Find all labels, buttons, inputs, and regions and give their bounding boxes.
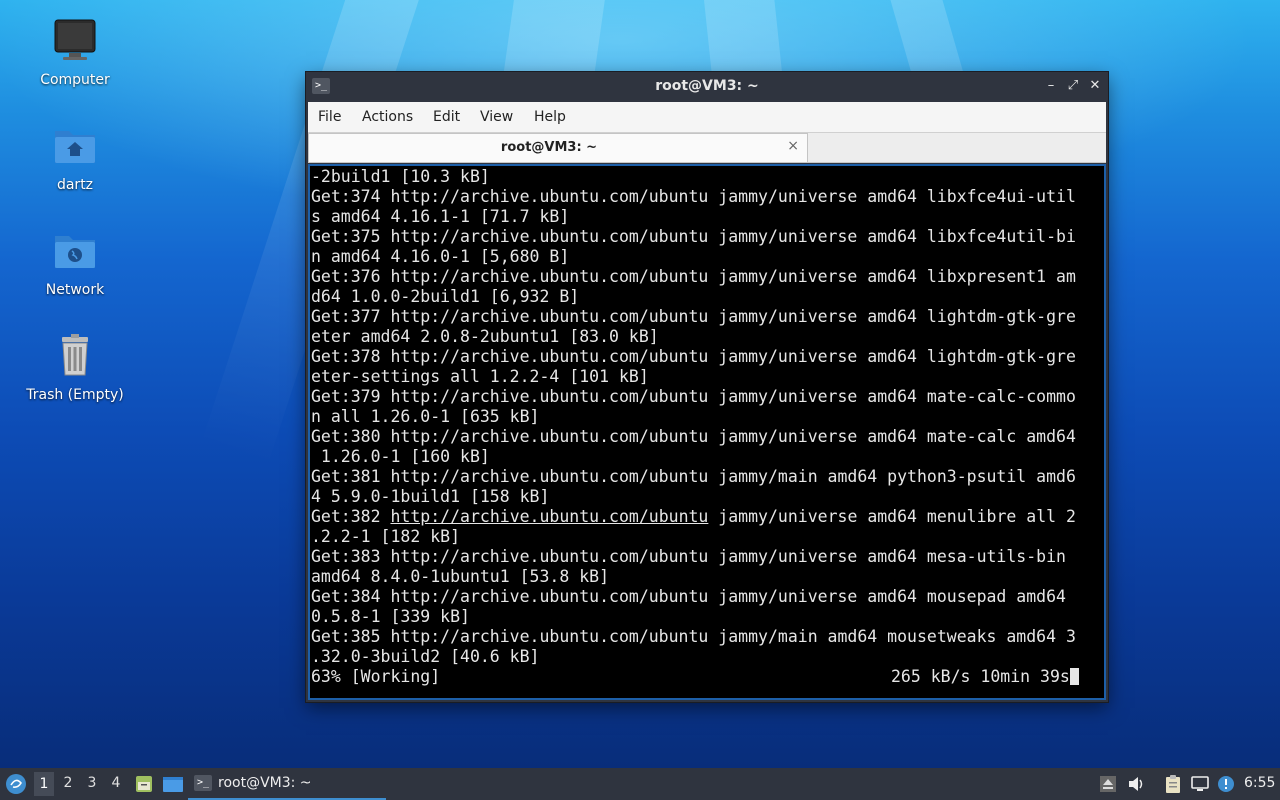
desktop-background: Computer dartz Network Trash (Empty) >_ … xyxy=(0,0,1280,768)
volume-icon[interactable] xyxy=(1126,774,1146,794)
network-folder-icon xyxy=(55,236,95,268)
workspace-4[interactable]: 4 xyxy=(106,775,126,791)
terminal-url-link[interactable]: http://archive.ubuntu.com/ubuntu xyxy=(390,507,708,526)
home-folder-icon xyxy=(55,131,95,163)
computer-icon xyxy=(54,19,96,60)
terminal-line: 1.26.0-1 [160 kB] xyxy=(311,447,490,466)
update-notifier-icon[interactable] xyxy=(1216,774,1236,794)
terminal-line: amd64 8.4.0-1ubuntu1 [53.8 kB] xyxy=(311,567,610,586)
terminal-line: Get:383 http://archive.ubuntu.com/ubuntu… xyxy=(311,547,1066,566)
terminal-line: Get:384 http://archive.ubuntu.com/ubuntu… xyxy=(311,587,1066,606)
terminal-line: eter amd64 2.0.8-2ubuntu1 [83.0 kB] xyxy=(311,327,659,346)
terminal-line: Get:385 http://archive.ubuntu.com/ubuntu… xyxy=(311,627,1076,646)
terminal-line: s amd64 4.16.1-1 [71.7 kB] xyxy=(311,207,570,226)
terminal-line: n all 1.26.0-1 [635 kB] xyxy=(311,407,540,426)
taskbar-item-label: root@VM3: ~ xyxy=(218,775,312,791)
desktop-icon-computer[interactable]: Computer xyxy=(15,16,135,88)
tab-label: root@VM3: ~ xyxy=(500,140,598,155)
menu-file[interactable]: File xyxy=(318,109,341,125)
menu-edit[interactable]: Edit xyxy=(433,109,460,125)
download-rate: 265 kB/s 10min 39s xyxy=(891,667,1070,686)
terminal-line: Get:379 http://archive.ubuntu.com/ubuntu… xyxy=(311,387,1076,406)
clipboard-icon[interactable] xyxy=(1163,774,1183,794)
terminal-line: 4 5.9.0-1build1 [158 kB] xyxy=(311,487,550,506)
terminal-line: Get:381 http://archive.ubuntu.com/ubuntu… xyxy=(311,467,1076,486)
taskbar: 1 2 3 4 >_ root@VM3: ~ 6:55 xyxy=(0,768,1280,800)
trash-icon xyxy=(62,334,88,376)
terminal-line: Get:380 http://archive.ubuntu.com/ubuntu… xyxy=(311,427,1076,446)
tab-close-icon[interactable]: × xyxy=(787,138,799,154)
terminal-app-icon: >_ xyxy=(194,775,212,791)
show-desktop-icon[interactable] xyxy=(162,774,184,794)
menu-help[interactable]: Help xyxy=(534,109,566,125)
progress-status-left: 63% [Working] xyxy=(311,667,441,686)
terminal-line: Get:374 http://archive.ubuntu.com/ubuntu… xyxy=(311,187,1076,206)
terminal-line: Get:377 http://archive.ubuntu.com/ubuntu… xyxy=(311,307,1076,326)
minimize-button[interactable]: – xyxy=(1042,77,1060,95)
eject-icon[interactable] xyxy=(1098,774,1118,794)
terminal-cursor xyxy=(1069,668,1079,685)
terminal-window: >_ root@VM3: ~ – ⤢ ✕ File Actions Edit V… xyxy=(306,72,1108,702)
desktop-icon-trash[interactable]: Trash (Empty) xyxy=(15,331,135,403)
desktop-icon-label: dartz xyxy=(56,177,94,193)
tab-bar: root@VM3: ~ × xyxy=(308,133,1106,163)
clock[interactable]: 6:55 xyxy=(1244,775,1275,791)
menu-bar: File Actions Edit View Help xyxy=(308,102,1106,133)
terminal-output[interactable]: -2build1 [10.3 kB] Get:374 http://archiv… xyxy=(308,164,1106,700)
terminal-line: Get:375 http://archive.ubuntu.com/ubuntu… xyxy=(311,227,1076,246)
tab-terminal[interactable]: root@VM3: ~ × xyxy=(308,133,808,162)
terminal-line: n amd64 4.16.0-1 [5,680 B] xyxy=(311,247,570,266)
terminal-line: d64 1.0.0-2build1 [6,932 B] xyxy=(311,287,580,306)
progress-status-right: 265 kB/s 10min 39s xyxy=(891,667,1079,687)
menu-view[interactable]: View xyxy=(480,109,513,125)
terminal-line: .2.2-1 [182 kB] xyxy=(311,527,461,546)
terminal-text: Get:382 xyxy=(311,507,391,526)
close-button[interactable]: ✕ xyxy=(1086,77,1104,95)
desktop-icon-home-folder[interactable]: dartz xyxy=(15,121,135,193)
desktop-icon-label: Network xyxy=(45,282,105,298)
window-titlebar[interactable]: >_ root@VM3: ~ – ⤢ ✕ xyxy=(306,72,1108,102)
desktop-icon-network[interactable]: Network xyxy=(15,226,135,298)
terminal-text: jammy/universe amd64 menulibre all 2 xyxy=(708,507,1076,526)
terminal-line: 0.5.8-1 [339 kB] xyxy=(311,607,470,626)
terminal-line-with-link: Get:382 http://archive.ubuntu.com/ubuntu… xyxy=(311,507,1076,527)
desktop-icon-label: Computer xyxy=(40,72,110,88)
terminal-line: Get:378 http://archive.ubuntu.com/ubuntu… xyxy=(311,347,1076,366)
file-manager-launcher-icon[interactable] xyxy=(134,774,154,794)
terminal-line: Get:376 http://archive.ubuntu.com/ubuntu… xyxy=(311,267,1076,286)
terminal-line: eter-settings all 1.2.2-4 [101 kB] xyxy=(311,367,649,386)
terminal-line: -2build1 [10.3 kB] xyxy=(311,167,490,186)
network-status-icon[interactable] xyxy=(1190,774,1210,794)
workspace-2[interactable]: 2 xyxy=(58,775,78,791)
whisker-menu-icon[interactable] xyxy=(5,773,27,795)
workspace-3[interactable]: 3 xyxy=(82,775,102,791)
terminal-line: .32.0-3build2 [40.6 kB] xyxy=(311,647,540,666)
maximize-button[interactable]: ⤢ xyxy=(1064,77,1082,95)
taskbar-item-terminal[interactable]: >_ root@VM3: ~ xyxy=(188,768,386,800)
menu-actions[interactable]: Actions xyxy=(362,109,413,125)
workspace-1[interactable]: 1 xyxy=(34,772,54,796)
desktop-icon-label: Trash (Empty) xyxy=(26,387,124,403)
window-title: root@VM3: ~ xyxy=(655,78,759,94)
